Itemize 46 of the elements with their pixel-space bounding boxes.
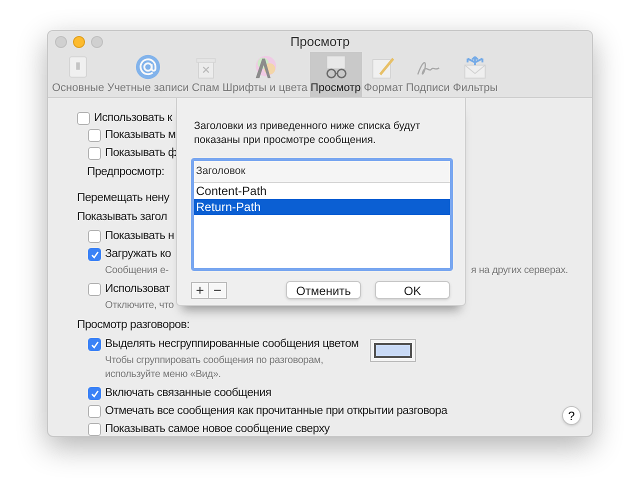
checkbox-label: Использовать к <box>94 110 172 126</box>
checkbox[interactable] <box>88 387 101 400</box>
section-label: Показывать загол <box>77 210 167 225</box>
toolbar-tab[interactable]: Просмотр <box>310 52 362 97</box>
checkbox-label: Использоват <box>105 282 170 297</box>
header-list[interactable]: Заголовок Content-Path Return-Path <box>191 158 453 271</box>
checkbox-label: Отмечать все сообщения как прочитанные при открытии разговора <box>105 404 448 419</box>
hint-text: используйте меню «Вид». <box>105 368 221 382</box>
section-label: Просмотр разговоров: <box>77 318 190 333</box>
color-well[interactable] <box>370 339 416 362</box>
checkbox[interactable] <box>88 283 101 296</box>
hint-text: Чтобы сгруппировать сообщения по разговорам, <box>105 354 324 368</box>
checkbox-label: Выделять несгруппированные сообщения цветом <box>105 336 359 352</box>
dialog-message: Заголовки из приведенного ниже списка будут показаны при просмотре сообщения. <box>193 119 422 147</box>
at-sign-icon <box>134 54 161 80</box>
checkbox[interactable] <box>88 147 101 160</box>
help-button[interactable]: ? <box>562 406 581 425</box>
cancel-button[interactable]: Отменить <box>286 281 361 299</box>
envelope-icon <box>462 54 488 80</box>
close-window-icon[interactable] <box>55 36 67 48</box>
zoom-window-icon[interactable] <box>91 36 103 48</box>
list-row[interactable]: Return-Path <box>194 199 450 215</box>
minimize-window-icon[interactable] <box>73 36 85 48</box>
checkbox-label: Показывать н <box>105 228 174 244</box>
remove-button[interactable]: − <box>209 282 227 298</box>
field-label: Предпросмотр: <box>87 165 164 180</box>
list-row[interactable]: Content-Path <box>194 183 450 199</box>
checkbox-label: Включать связанные сообщения <box>105 386 272 401</box>
checkbox[interactable] <box>88 129 101 142</box>
checkbox[interactable] <box>88 405 101 418</box>
ok-button[interactable]: OK <box>375 281 450 299</box>
hint-text: Сообщения e- <box>105 264 169 278</box>
checkbox-label: Загружать ко <box>105 246 171 262</box>
hint-text: я на других серверах. <box>471 264 568 278</box>
window-title: Просмотр <box>290 32 350 51</box>
column-header: Заголовок <box>196 164 246 179</box>
add-button[interactable]: + <box>191 282 209 298</box>
checkbox[interactable] <box>88 230 101 243</box>
checkbox-label: Показывать м <box>105 128 176 143</box>
checkbox[interactable] <box>88 338 101 351</box>
checkbox[interactable] <box>88 423 101 436</box>
hint-text: Отключите, что <box>105 298 174 312</box>
checkbox[interactable] <box>77 112 90 125</box>
section-label: Перемещать нену <box>77 190 170 206</box>
checkbox-label: Показывать самое новое сообщение сверху <box>105 422 330 436</box>
checkbox[interactable] <box>88 248 101 261</box>
